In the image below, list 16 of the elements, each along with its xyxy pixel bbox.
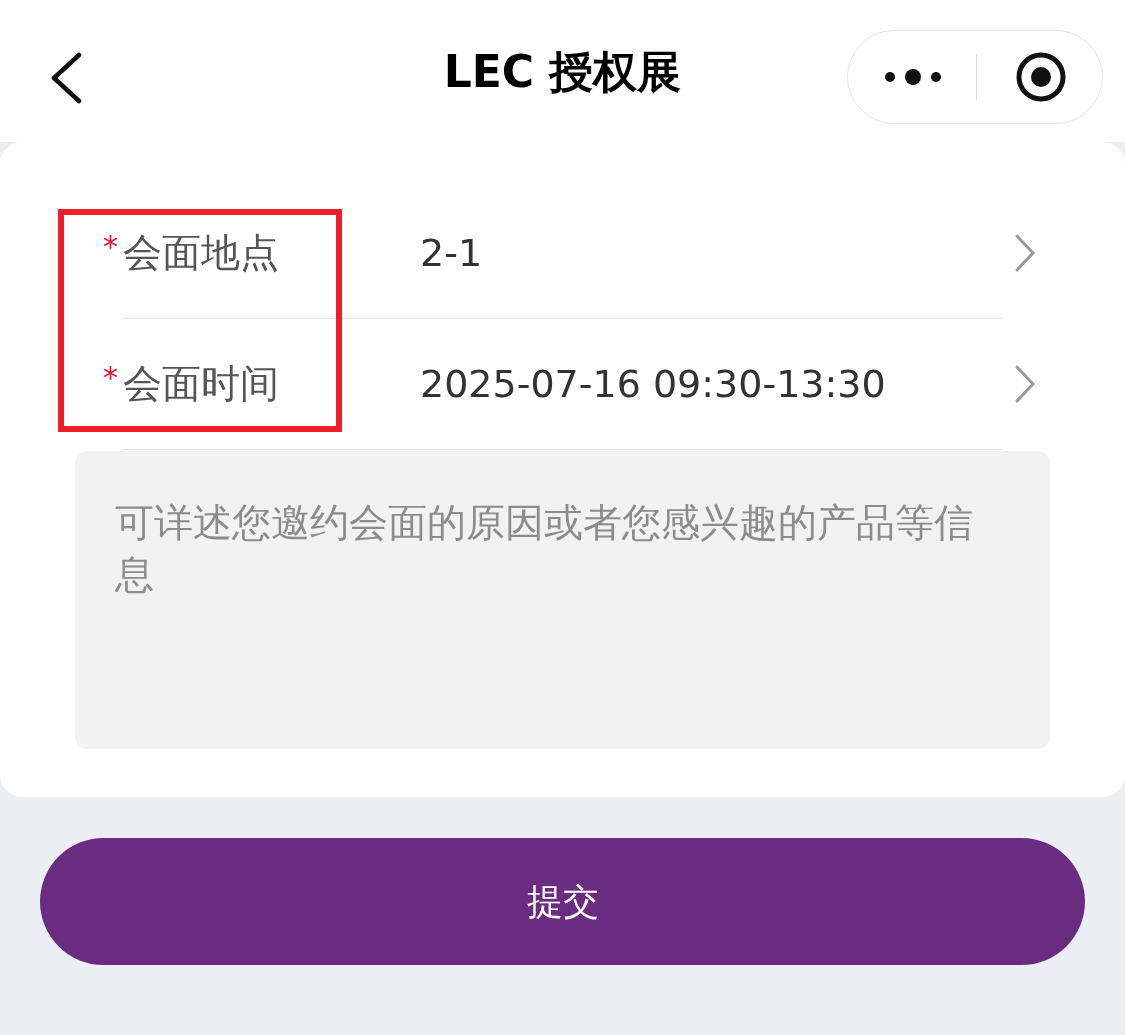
form-row[interactable]: *会面地点 2-1: [75, 188, 1050, 318]
field-value: 2025-07-16 09:30-13:30: [420, 361, 887, 407]
required-mark: *: [103, 363, 118, 393]
back-icon[interactable]: [50, 52, 82, 104]
chevron-right-icon: [1015, 234, 1035, 272]
chevron-right-icon: [1015, 365, 1035, 403]
field-label: 会面地点: [123, 231, 280, 275]
form-row[interactable]: *会面时间 2025-07-16 09:30-13:30: [75, 319, 1050, 449]
submit-button[interactable]: 提交: [40, 838, 1085, 965]
field-value: 2-1: [420, 230, 484, 276]
more-icon[interactable]: [884, 67, 942, 87]
required-mark: *: [103, 232, 118, 262]
target-icon[interactable]: [1015, 51, 1067, 103]
page-title: LEC 授权展: [442, 45, 683, 99]
field-label: 会面时间: [123, 362, 280, 406]
message-field[interactable]: 可详述您邀约会面的原因或者您感兴趣的产品等信息: [75, 451, 1050, 749]
